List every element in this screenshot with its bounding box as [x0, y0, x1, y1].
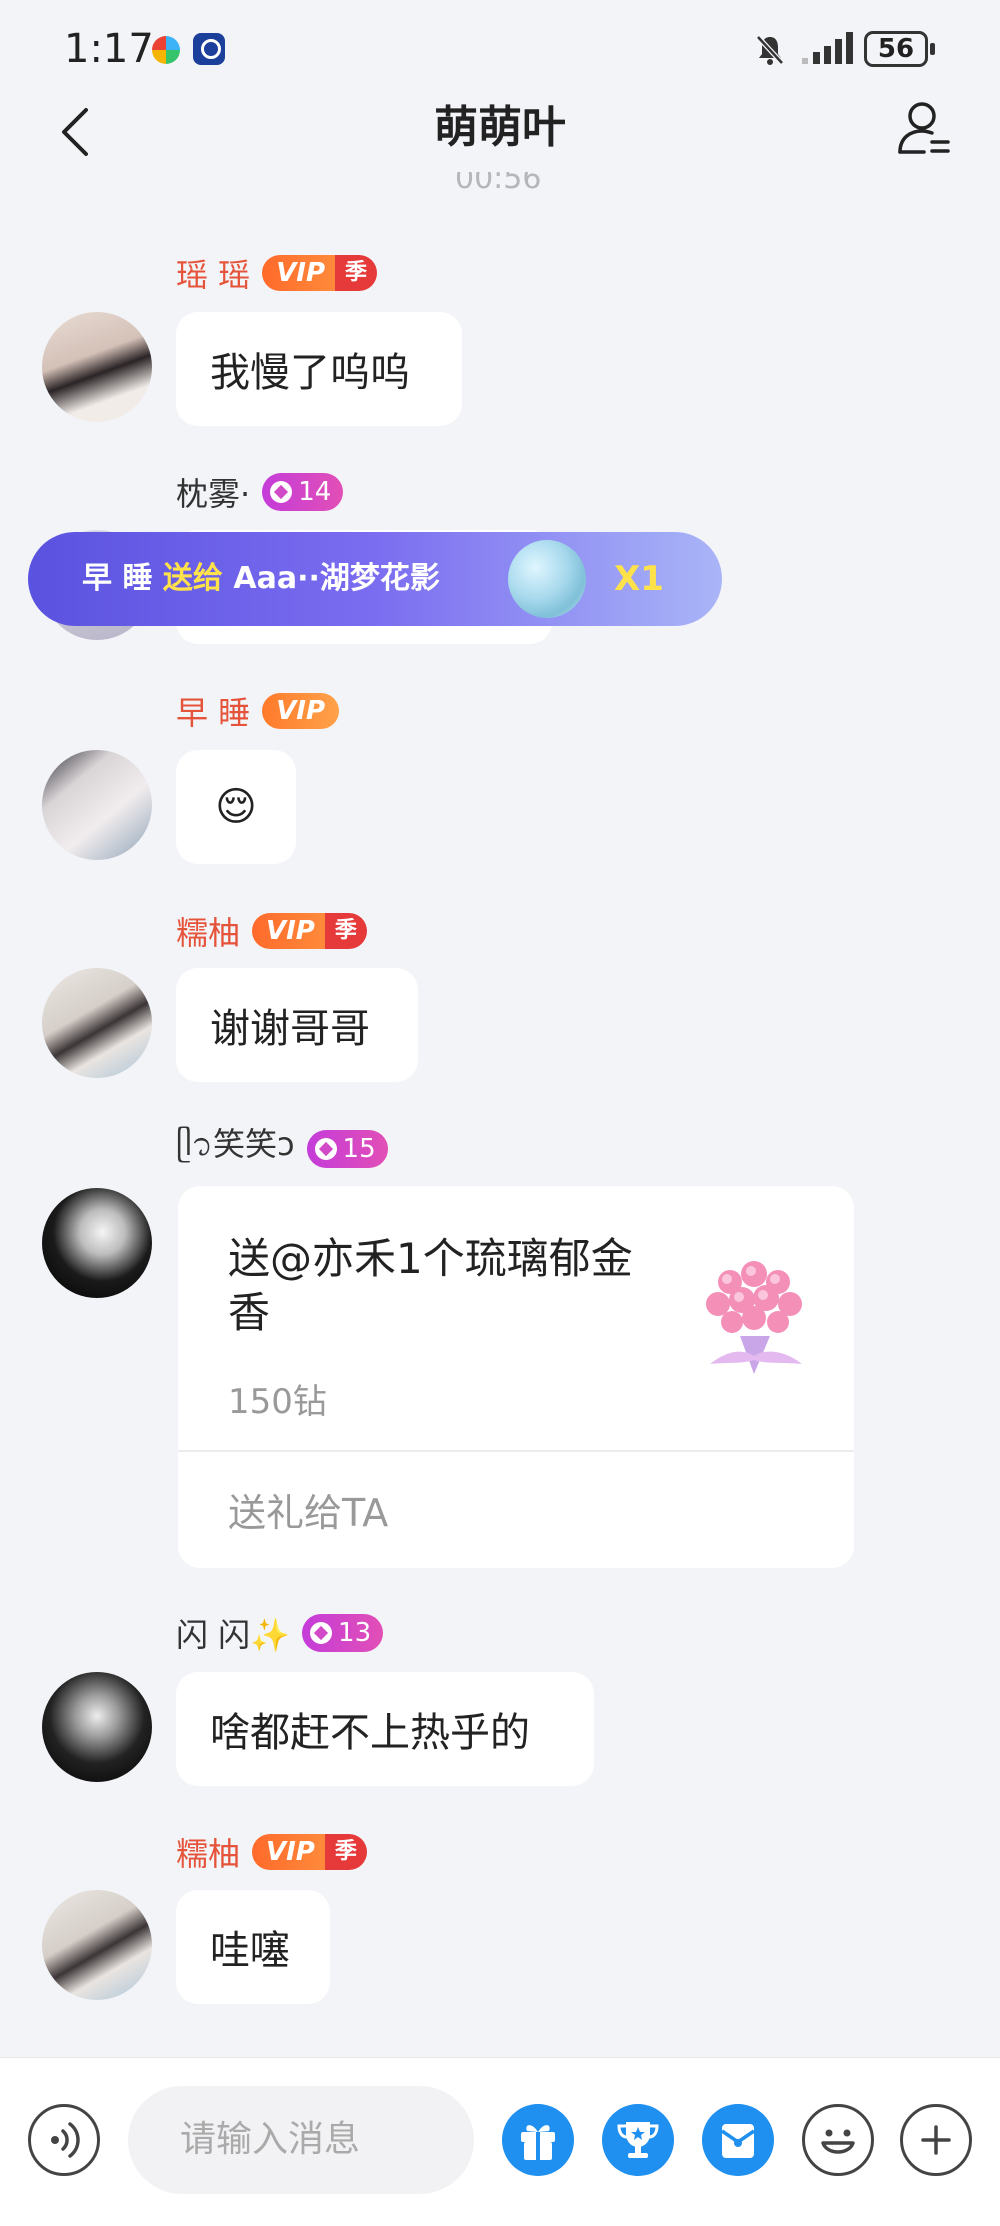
diamond-icon: [270, 481, 293, 503]
battery-icon: 56: [864, 31, 935, 67]
emoji-icon: [821, 2129, 855, 2154]
vip-badge: VIP: [262, 693, 340, 729]
diamond-icon: [310, 1622, 333, 1644]
level-badge: 13: [302, 1614, 384, 1652]
sender-line: 瑶 瑶 VIP 季: [176, 252, 378, 294]
sender-line: ᥫ᭡笑笑ɔ 15: [176, 1125, 388, 1170]
plus-button[interactable]: [900, 2104, 972, 2176]
level-badge: 15: [306, 1130, 388, 1168]
trophy-icon: [617, 2122, 659, 2158]
profile-icon[interactable]: [896, 98, 952, 158]
avatar[interactable]: [42, 968, 152, 1078]
gift-card-title: 送@亦禾1个琉璃郁金香: [228, 1234, 633, 1337]
gift-banner-text: 早 睡 送给 Aaa··湖梦花影: [82, 561, 440, 596]
vip-badge: VIP 季: [262, 255, 378, 291]
sender-line: 闪 闪✨ 13: [176, 1612, 384, 1654]
bell-off-icon: [756, 35, 784, 65]
gift-icon: [521, 2125, 555, 2160]
sender-line: 糯柚 VIP 季: [176, 910, 367, 952]
signal-icon: [802, 32, 853, 64]
vip-badge: VIP 季: [252, 913, 367, 949]
sender-name: 早 睡: [176, 694, 251, 732]
message-bubble[interactable]: 谢谢哥哥: [176, 968, 418, 1082]
sender-line: 糯柚 VIP 季: [176, 1831, 367, 1873]
plus-icon: [921, 2125, 951, 2155]
avatar[interactable]: [42, 1188, 152, 1298]
sender-line: 早 睡 VIP: [176, 690, 340, 732]
diamond-icon: [314, 1138, 337, 1160]
gift-button[interactable]: [502, 2104, 574, 2176]
message-bubble[interactable]: 😌: [176, 750, 296, 864]
voice-button[interactable]: [28, 2104, 100, 2176]
level-badge: 14: [262, 473, 344, 511]
vip-badge: VIP 季: [252, 1834, 367, 1870]
emoji-button[interactable]: [802, 2104, 874, 2176]
avatar[interactable]: [42, 312, 152, 422]
avatar[interactable]: [42, 1672, 152, 1782]
sender-name: 枕雾·: [176, 475, 251, 513]
timestamp: 00:56: [455, 172, 542, 194]
gift-count: X1: [614, 559, 664, 599]
gift-card[interactable]: 送@亦禾1个琉璃郁金香 150钻 送礼给TA: [178, 1186, 854, 1568]
envelope-button[interactable]: [702, 2104, 774, 2176]
message-bubble[interactable]: 我慢了呜呜: [176, 312, 462, 426]
send-gift-button[interactable]: 送礼给TA: [228, 1482, 388, 1537]
avatar[interactable]: [42, 1890, 152, 2000]
tulip-bouquet-icon: [706, 1261, 802, 1374]
sender-name: ᥫ᭡笑笑ɔ: [176, 1125, 295, 1163]
message-input[interactable]: 请输入消息: [128, 2086, 474, 2194]
sender-name: 瑶 瑶: [176, 256, 251, 294]
sender-name: 闪 闪✨: [176, 1616, 291, 1654]
status-time: 1:17: [64, 26, 154, 72]
message-bubble[interactable]: 啥都赶不上热乎的: [176, 1672, 594, 1786]
gift-card-price: 150钻: [228, 1382, 327, 1422]
sender-name: 糯柚: [176, 914, 241, 952]
gift-notification-banner: 早 睡 送给 Aaa··湖梦花影 X1: [28, 532, 722, 626]
sender-name: 糯柚: [176, 1835, 241, 1873]
sender-line: 枕雾· 14: [176, 471, 344, 513]
voice-icon: [51, 2122, 80, 2158]
app-notification-icon: [152, 36, 180, 64]
page-title: 萌萌叶: [434, 102, 566, 153]
gift-ball-icon: [508, 540, 586, 618]
trophy-button[interactable]: [602, 2104, 674, 2176]
envelope-icon: [721, 2124, 755, 2158]
message-bubble[interactable]: 哇噻: [176, 1890, 330, 2004]
status-bar: 1:17 56: [0, 0, 1000, 100]
avatar[interactable]: [42, 750, 152, 860]
divider: [178, 1450, 854, 1452]
app-notification-icon: [193, 33, 225, 65]
